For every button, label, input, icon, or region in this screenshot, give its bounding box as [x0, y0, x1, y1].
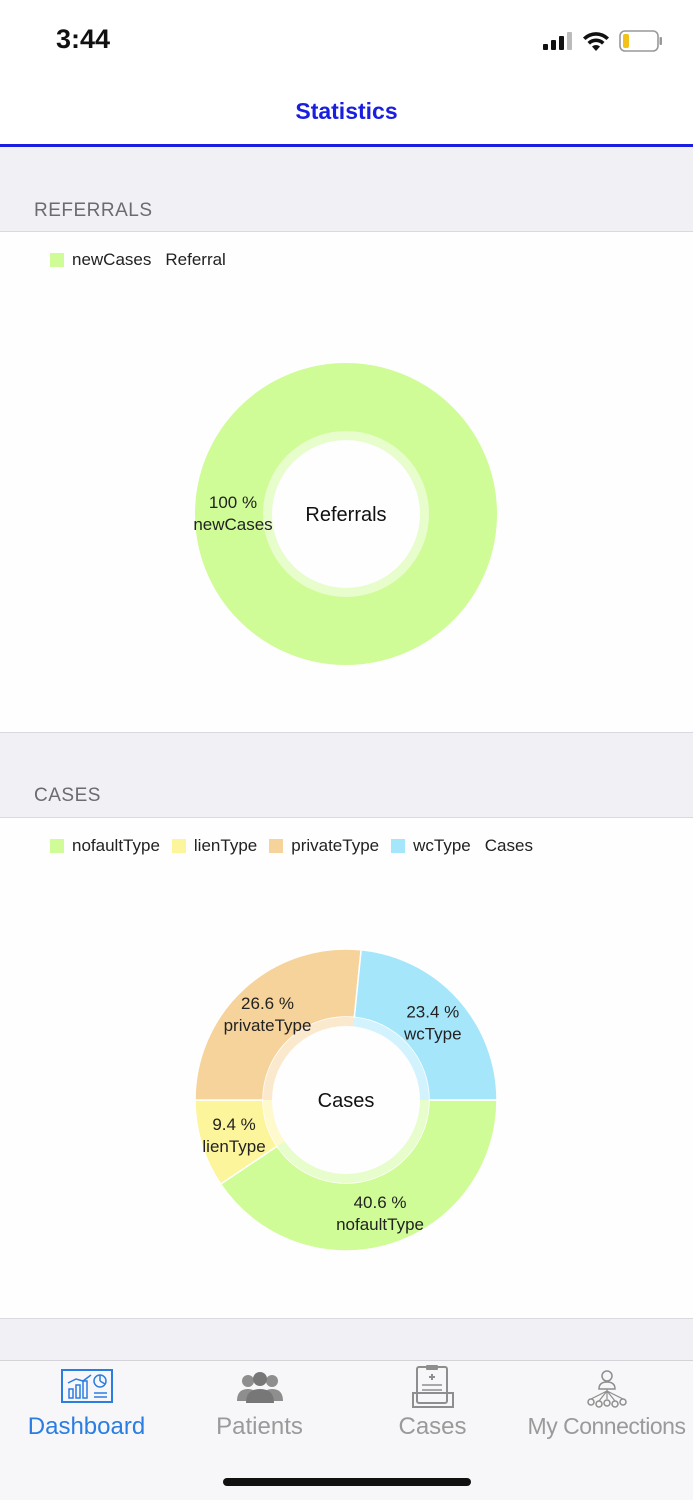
connections-network-icon: [586, 1370, 627, 1408]
nav-bar: Statistics: [0, 80, 693, 147]
tab-dashboard[interactable]: Dashboard: [0, 1361, 173, 1451]
slice-name-label: privateType: [224, 1016, 312, 1035]
dashboard-chart-icon: [60, 1369, 113, 1403]
home-indicator: [223, 1478, 471, 1486]
section-header-cases: CASES: [0, 733, 693, 817]
slice-percent-label: 40.6 %: [354, 1193, 407, 1212]
tab-label: My Connections: [527, 1413, 686, 1439]
slice-percent-label: 9.4 %: [212, 1115, 255, 1134]
section-title-referrals: REFERRALS: [34, 200, 153, 221]
tab-label: Dashboard: [27, 1413, 146, 1440]
tab-my-connections[interactable]: My Connections: [520, 1361, 693, 1451]
tab-label: Cases: [398, 1413, 467, 1440]
slice-name-label: wcType: [403, 1025, 462, 1044]
wifi-icon: [583, 31, 609, 51]
slice-percent-label: 100 %: [209, 493, 257, 512]
tab-patients[interactable]: Patients: [173, 1361, 346, 1451]
slice-percent-label: 26.6 %: [241, 994, 294, 1013]
referrals-chart-card: newCases Referral 100 % newCases Referrals: [0, 231, 693, 733]
status-icons: [543, 30, 663, 52]
status-bar: 3:44: [0, 0, 693, 80]
section-title-cases: CASES: [34, 785, 101, 806]
patients-group-icon: [236, 1372, 283, 1403]
status-time: 3:44: [56, 24, 111, 54]
tab-label: Patients: [216, 1413, 303, 1440]
slice-name-label: lienType: [202, 1137, 265, 1156]
section-header-referrals: REFERRALS: [0, 148, 693, 232]
referrals-donut-chart: 100 % newCases Referrals: [193, 363, 497, 665]
slice-percent-label: 23.4 %: [406, 1003, 459, 1022]
page-title: Statistics: [295, 98, 398, 124]
signal-icon: [543, 32, 572, 50]
cases-donut-chart: 40.6 % nofaultType 9.4 % lienType 26.6 % priv…: [194, 948, 498, 1252]
slice-name-label: newCases: [193, 515, 272, 534]
cases-chart-card: nofaultType lienType privateType wcType …: [0, 817, 693, 1319]
slice-name-label: nofaultType: [336, 1215, 424, 1234]
cases-clipboard-icon: [411, 1365, 454, 1408]
donut-center-label: Referrals: [305, 504, 386, 526]
donut-center-label: Cases: [318, 1090, 375, 1112]
tab-cases[interactable]: Cases: [346, 1361, 519, 1451]
battery-icon: [619, 30, 662, 52]
